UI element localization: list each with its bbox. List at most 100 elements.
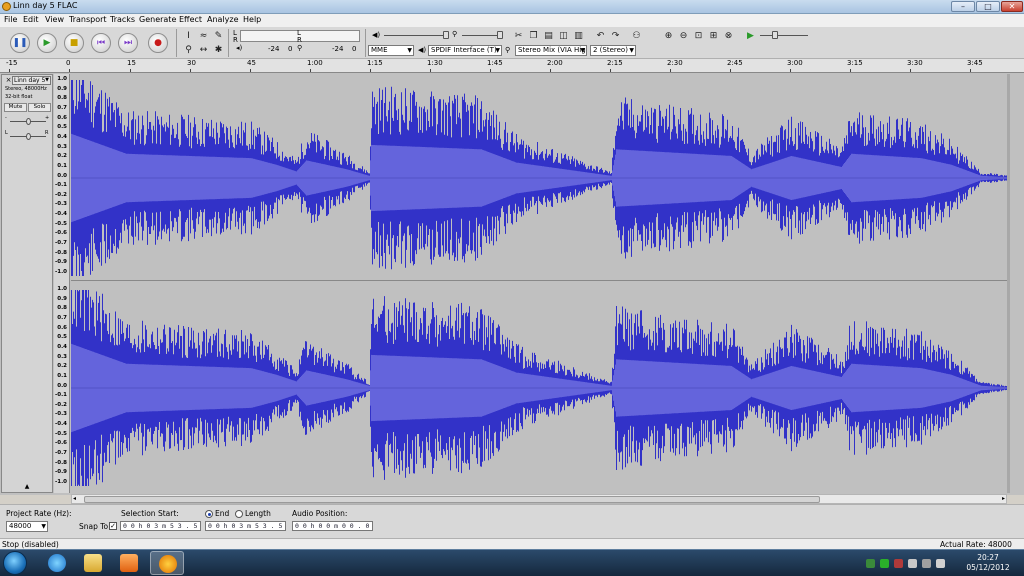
track-name-menu[interactable]: Linn day 5 ▼ xyxy=(12,76,51,85)
ruler-tick-mark xyxy=(490,69,491,72)
project-rate-select[interactable]: 48000 ▼ xyxy=(6,521,48,532)
amplitude-scale-label: -0.3 xyxy=(54,201,67,208)
draw-tool-icon[interactable]: ✎ xyxy=(212,30,225,42)
start-button[interactable] xyxy=(3,551,27,575)
waveform-left-svg xyxy=(71,80,1007,276)
taskbar-clock[interactable]: 20:27 05/12/2012 xyxy=(960,553,1016,573)
close-button[interactable]: ✕ xyxy=(1001,1,1023,12)
ruler-tick-mark xyxy=(850,69,851,72)
gain-minus-label: - xyxy=(5,115,7,121)
menu-edit[interactable]: Edit xyxy=(23,15,39,24)
scroll-left-icon[interactable]: ◂ xyxy=(73,495,76,502)
end-label: End xyxy=(215,509,230,518)
input-channels-select[interactable]: 2 (Stereo) ▼ xyxy=(590,45,636,56)
tray-security-icon[interactable] xyxy=(880,559,889,568)
tray-volume-icon[interactable] xyxy=(936,559,945,568)
record-button[interactable]: ● xyxy=(148,33,168,53)
end-radio[interactable] xyxy=(205,510,213,518)
ruler-tick-label: 1:45 xyxy=(487,59,503,67)
play-speed-knob[interactable] xyxy=(772,31,778,39)
amplitude-scale-label: 0.4 xyxy=(57,343,67,350)
record-volume-slider[interactable] xyxy=(462,35,500,36)
output-device-select[interactable]: SPDIF Interface (T) ▼ xyxy=(428,45,502,56)
multi-tool-icon[interactable]: ✱ xyxy=(212,44,225,56)
gain-slider-knob[interactable] xyxy=(26,118,31,125)
play-button[interactable]: ▶ xyxy=(37,33,57,53)
skip-to-end-button[interactable]: ⏭ xyxy=(118,33,138,53)
waveform-right-channel[interactable] xyxy=(71,285,1007,491)
selection-end-field[interactable]: 0 0 h 0 3 m 5 3 . 5 8 7 s xyxy=(205,521,286,531)
paste-icon[interactable]: ▤ xyxy=(542,30,555,42)
taskbar-file-explorer[interactable] xyxy=(76,551,110,575)
play-at-speed-icon[interactable]: ▶ xyxy=(744,30,757,42)
play-icon: ▶ xyxy=(43,38,51,48)
minimize-button[interactable]: – xyxy=(951,1,975,12)
redo-icon[interactable]: ↷ xyxy=(609,30,622,42)
menu-generate[interactable]: Generate xyxy=(139,15,176,24)
scroll-right-icon[interactable]: ▸ xyxy=(1002,495,1005,502)
menu-help[interactable]: Help xyxy=(243,15,261,24)
selection-tool-icon[interactable]: I xyxy=(182,30,195,42)
play-meter-R-label: R xyxy=(297,36,302,44)
fit-project-icon[interactable]: ⊞ xyxy=(707,30,720,42)
record-volume-knob[interactable] xyxy=(497,31,503,39)
waveform-left-channel[interactable] xyxy=(71,75,1007,281)
input-device-select[interactable]: Stereo Mix (VIA Hig ▼ xyxy=(515,45,587,56)
timeline-ruler[interactable]: -15 0 15 30 45 1:00 1:15 1:30 1:45 2:00 2:15 2:30 2:… xyxy=(0,59,1024,73)
horizontal-scrollbar[interactable]: ◂ ▸ xyxy=(71,494,1007,504)
audio-position-field[interactable]: 0 0 h 0 0 m 0 0 . 0 0 0 s xyxy=(292,521,373,531)
trim-icon[interactable]: ◫ xyxy=(557,30,570,42)
zoom-tool-icon[interactable]: ⚲ xyxy=(182,44,195,56)
pan-slider-knob[interactable] xyxy=(26,133,31,140)
envelope-tool-icon[interactable]: ≈ xyxy=(197,30,210,42)
playback-volume-slider[interactable] xyxy=(384,35,444,36)
selection-start-field[interactable]: 0 0 h 0 3 m 5 3 . 5 8 7 s xyxy=(120,521,201,531)
taskbar-media-player[interactable] xyxy=(112,551,146,575)
ruler-tick-mark xyxy=(190,69,191,72)
toolbar-divider xyxy=(176,29,177,57)
playback-volume-knob[interactable] xyxy=(443,31,449,39)
menu-tracks[interactable]: Tracks xyxy=(110,15,135,24)
menu-analyze[interactable]: Analyze xyxy=(207,15,239,24)
tray-network-icon[interactable] xyxy=(866,559,875,568)
vertical-scale-ruler: 1.0 0.9 0.8 0.7 0.6 0.5 0.4 0.3 0.2 0.1 0.0 -0.1 -0.… xyxy=(54,74,70,493)
length-radio[interactable] xyxy=(235,510,243,518)
sync-lock-icon[interactable]: ⚇ xyxy=(630,30,643,42)
amplitude-scale-label: -1.0 xyxy=(54,479,67,485)
stop-button[interactable]: ■ xyxy=(64,33,84,53)
collapse-track-icon[interactable]: ▲ xyxy=(22,483,32,491)
menu-file[interactable]: File xyxy=(4,15,17,24)
solo-button[interactable]: Solo xyxy=(28,103,51,112)
zoom-toggle-icon[interactable]: ⊗ xyxy=(722,30,735,42)
amplitude-scale-label: 0.2 xyxy=(57,153,67,160)
menu-view[interactable]: View xyxy=(45,15,64,24)
menu-effect[interactable]: Effect xyxy=(179,15,202,24)
undo-icon[interactable]: ↶ xyxy=(594,30,607,42)
mute-button[interactable]: Mute xyxy=(4,103,27,112)
play-speed-slider[interactable] xyxy=(760,35,808,36)
ruler-tick-mark xyxy=(910,69,911,72)
audio-host-select[interactable]: MME ▼ xyxy=(368,45,414,56)
fit-selection-icon[interactable]: ⊡ xyxy=(692,30,705,42)
ruler-tick-mark xyxy=(790,69,791,72)
timeshift-tool-icon[interactable]: ↔ xyxy=(197,44,210,56)
pause-button[interactable]: ❚❚ xyxy=(10,33,30,53)
menu-transport[interactable]: Transport xyxy=(69,15,107,24)
track-close-icon[interactable]: × xyxy=(5,77,12,84)
tray-app-icon[interactable] xyxy=(894,559,903,568)
copy-icon[interactable]: ❐ xyxy=(527,30,540,42)
tray-signal-icon[interactable] xyxy=(922,559,931,568)
taskbar-internet-explorer[interactable] xyxy=(40,551,74,575)
cut-icon[interactable]: ✂ xyxy=(512,30,525,42)
taskbar-audacity[interactable] xyxy=(150,551,184,575)
amplitude-scale-label: 0.1 xyxy=(57,162,67,169)
silence-icon[interactable]: ▥ xyxy=(572,30,585,42)
maximize-button[interactable]: □ xyxy=(976,1,1000,12)
zoom-out-icon[interactable]: ⊖ xyxy=(677,30,690,42)
skip-to-start-button[interactable]: ⏮ xyxy=(91,33,111,53)
horizontal-scroll-thumb[interactable] xyxy=(84,496,820,503)
ruler-tick-mark xyxy=(550,69,551,72)
zoom-in-icon[interactable]: ⊕ xyxy=(662,30,675,42)
tray-flag-icon[interactable] xyxy=(908,559,917,568)
snap-to-checkbox[interactable]: ✓ xyxy=(109,522,117,530)
